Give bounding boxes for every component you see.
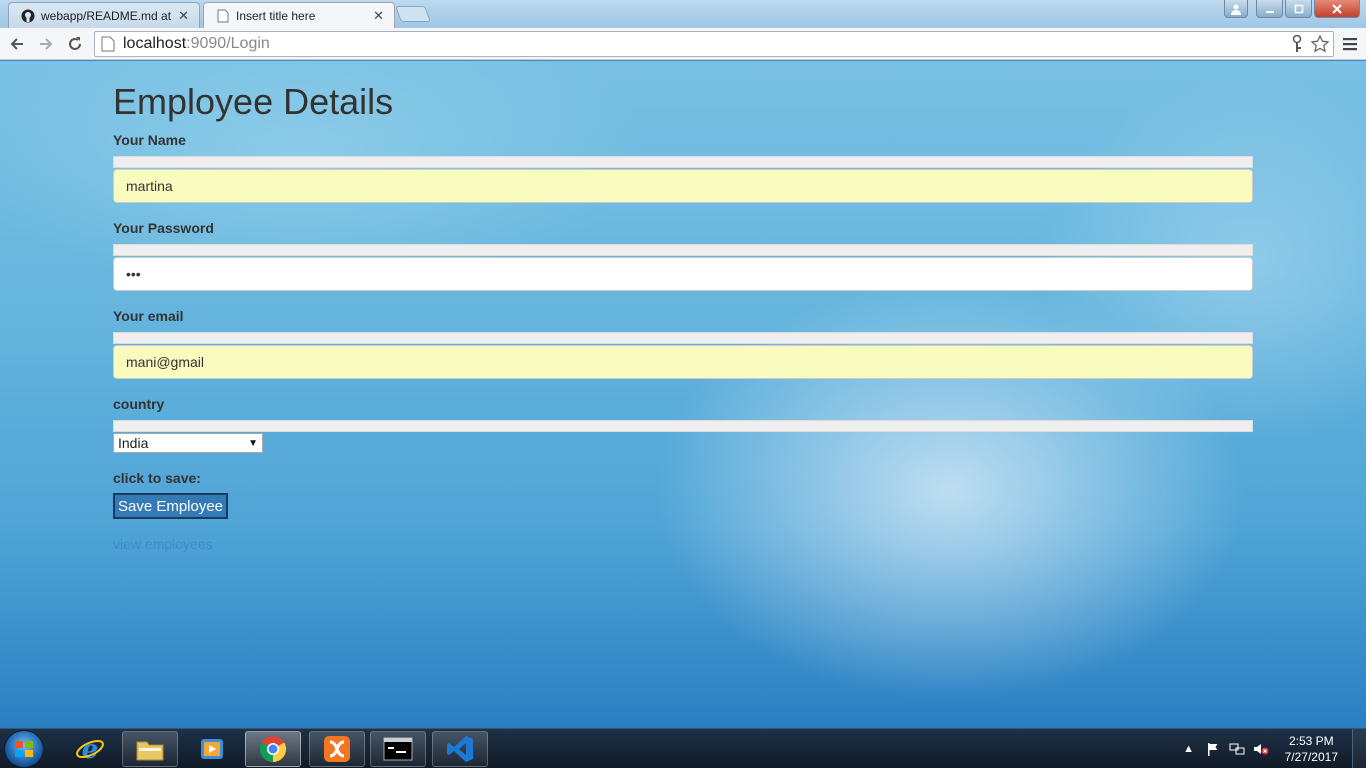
country-label: country <box>113 396 165 412</box>
url-host: localhost <box>123 35 187 52</box>
network-icon[interactable] <box>1228 740 1246 758</box>
file-explorer-icon[interactable] <box>122 731 178 767</box>
save-label: click to save: <box>113 470 201 486</box>
password-input[interactable]: ••• <box>113 257 1253 291</box>
page-icon <box>216 9 230 23</box>
xampp-icon[interactable] <box>309 731 365 767</box>
volume-muted-icon[interactable] <box>1252 740 1270 758</box>
system-clock[interactable]: 2:53 PM 7/27/2017 <box>1285 733 1338 765</box>
close-icon[interactable]: ✕ <box>178 8 189 24</box>
tab-webapp-readme[interactable]: webapp/README.md at m ✕ <box>8 2 200 28</box>
arrow-right-icon <box>40 38 53 50</box>
user-icon[interactable] <box>1224 0 1248 18</box>
clock-date: 7/27/2017 <box>1284 750 1338 764</box>
show-desktop-button[interactable] <box>1352 729 1366 768</box>
tab-title: webapp/README.md at m <box>41 8 173 23</box>
action-center-flag-icon[interactable] <box>1204 740 1222 758</box>
password-label: Your Password <box>113 220 214 236</box>
tab-title: Insert title here <box>236 8 316 23</box>
visual-studio-icon[interactable] <box>432 731 488 767</box>
windows-taskbar: e ▲ 2:53 PM 7/27/2017 <box>0 728 1366 768</box>
command-prompt-icon[interactable] <box>370 731 426 767</box>
password-label-bar <box>113 244 1253 256</box>
email-input[interactable]: mani@gmail <box>113 345 1253 379</box>
country-label-bar <box>113 420 1253 432</box>
github-icon <box>21 9 35 23</box>
internet-explorer-icon[interactable]: e <box>62 731 118 767</box>
dropdown-arrow-icon: ▼ <box>248 437 258 449</box>
bookmark-star-icon[interactable] <box>1310 34 1330 58</box>
tab-insert-title[interactable]: Insert title here ✕ <box>203 2 395 28</box>
view-employees-link[interactable]: view employees <box>113 536 213 552</box>
omnibox-actions <box>1291 34 1330 58</box>
page-viewport: Employee Details Your Name martina Your … <box>0 61 1366 728</box>
show-hidden-icons-icon[interactable]: ▲ <box>1180 740 1198 758</box>
back-button[interactable] <box>5 32 29 56</box>
browser-tab-strip: webapp/README.md at m ✕ Insert title her… <box>0 0 1366 28</box>
reload-button[interactable] <box>63 32 87 56</box>
windows-logo-icon <box>15 741 33 757</box>
country-selected-value: India <box>118 435 149 451</box>
minimize-button[interactable] <box>1256 0 1283 18</box>
svg-text:e: e <box>82 735 99 764</box>
close-window-button[interactable] <box>1314 0 1360 18</box>
reload-icon <box>69 37 81 50</box>
page-title: Employee Details <box>113 81 394 122</box>
hamburger-icon <box>1343 38 1357 51</box>
url-path: :9090/Login <box>186 35 270 52</box>
email-label: Your email <box>113 308 184 324</box>
key-icon[interactable] <box>1291 34 1303 58</box>
maximize-button[interactable] <box>1285 0 1312 18</box>
new-tab-button[interactable] <box>395 6 431 22</box>
browser-menu-button[interactable] <box>1340 34 1360 54</box>
start-button[interactable] <box>4 730 44 768</box>
name-label-bar <box>113 156 1253 168</box>
window-controls <box>1224 0 1360 18</box>
chrome-icon[interactable] <box>245 731 301 767</box>
browser-toolbar: localhost:9090/Login <box>0 28 1366 60</box>
forward-button[interactable] <box>34 32 58 56</box>
save-employee-button[interactable]: Save Employee <box>113 493 228 519</box>
email-label-bar <box>113 332 1253 344</box>
media-player-icon[interactable] <box>184 731 240 767</box>
name-label: Your Name <box>113 132 186 148</box>
page-icon <box>101 36 115 52</box>
address-bar[interactable]: localhost:9090/Login <box>94 31 1334 57</box>
clock-time: 2:53 PM <box>1288 734 1334 748</box>
close-icon[interactable]: ✕ <box>373 8 384 24</box>
country-select[interactable]: India ▼ <box>113 433 263 453</box>
name-input[interactable]: martina <box>113 169 1253 203</box>
arrow-left-icon <box>10 38 23 50</box>
system-tray: ▲ 2:53 PM 7/27/2017 <box>1177 729 1366 768</box>
